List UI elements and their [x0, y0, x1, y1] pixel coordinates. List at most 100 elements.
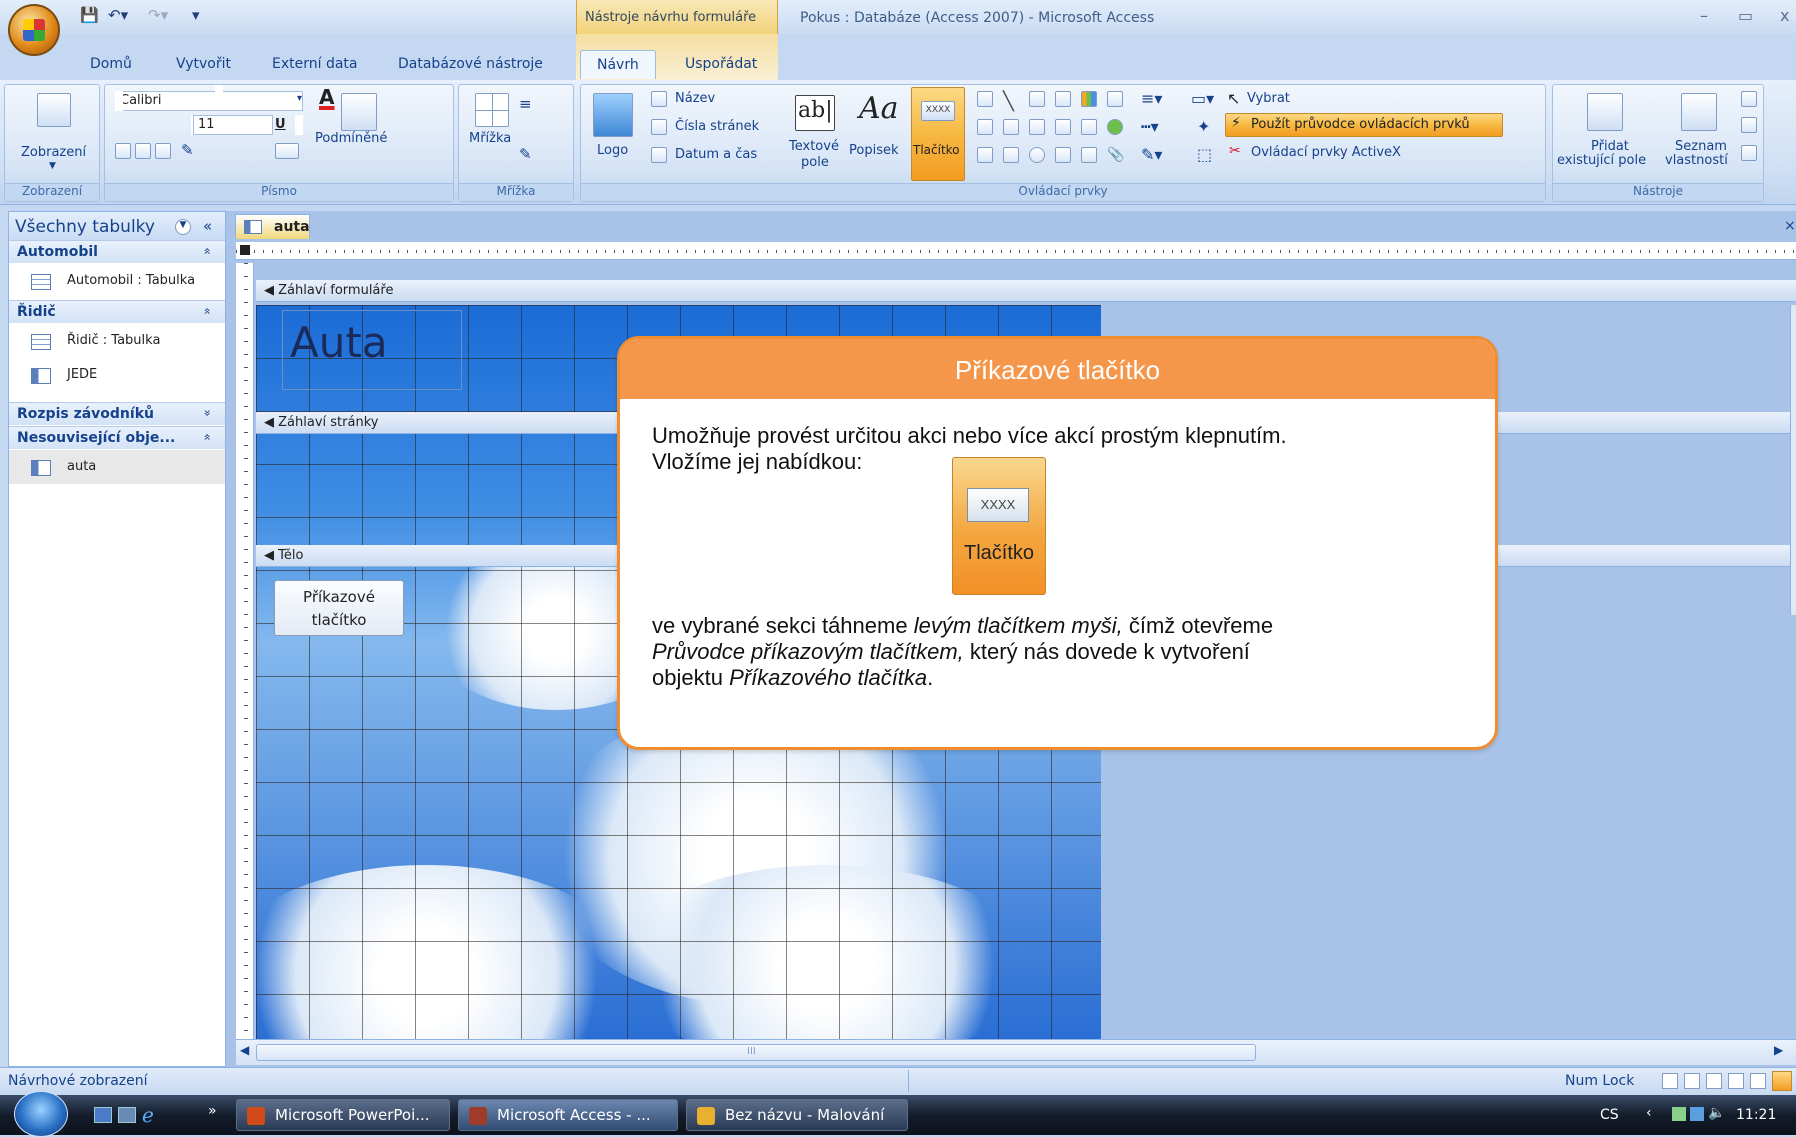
collapse-pane-icon[interactable]: «	[203, 217, 212, 235]
section-form-header[interactable]: ◀ Záhlaví formuláře	[256, 280, 1796, 302]
paperclip-icon[interactable]: 📎	[1107, 147, 1124, 163]
align-center-icon[interactable]	[135, 143, 151, 159]
attachment-icon[interactable]	[1081, 147, 1097, 163]
nav-group-nesouvisejici[interactable]: Nesouvisející obje... «	[9, 426, 225, 449]
pivot-table-icon[interactable]	[1706, 1073, 1722, 1089]
start-button[interactable]	[14, 1091, 68, 1137]
redo-icon[interactable]: ↷▾	[148, 6, 168, 24]
frame-icon[interactable]	[1055, 119, 1071, 135]
font-name-combo[interactable]: Calibri	[115, 91, 303, 111]
document-tab-auta[interactable]: auta	[235, 214, 310, 239]
bound-object-icon[interactable]	[1055, 147, 1071, 163]
option-group-icon[interactable]	[977, 147, 993, 163]
tray-expand-icon[interactable]: ‹	[1646, 1105, 1652, 1121]
save-icon[interactable]: 💾	[80, 6, 99, 24]
conditional-button[interactable]: Podmíněné	[315, 131, 387, 146]
view-button[interactable]: Zobrazení	[21, 145, 86, 160]
clock[interactable]: 11:21	[1736, 1107, 1776, 1123]
rectangle-icon[interactable]	[1003, 119, 1019, 135]
tab-database-tools[interactable]: Databázové nástroje	[398, 56, 543, 72]
internet-explorer-icon[interactable]: ℯ	[142, 1103, 154, 1127]
line-color-icon[interactable]	[275, 143, 299, 159]
quicklaunch-more-icon[interactable]: »	[208, 1103, 217, 1119]
switch-windows-icon[interactable]	[118, 1107, 136, 1123]
network-icon[interactable]	[1672, 1107, 1686, 1121]
activex-button[interactable]: Ovládací prvky ActiveX	[1251, 145, 1401, 160]
office-button[interactable]	[8, 4, 60, 56]
use-wizards-button[interactable]: Použít průvodce ovládacích prvků	[1251, 117, 1470, 132]
tab-arrange[interactable]: Uspořádat	[685, 56, 757, 72]
label-button[interactable]: Popisek	[849, 143, 899, 158]
line-thickness-icon[interactable]: ≡▾	[1141, 89, 1162, 108]
subform-icon[interactable]	[977, 119, 993, 135]
add-fields-button-line2[interactable]: existující pole	[1557, 153, 1646, 168]
view-dropdown-icon[interactable]: ▼	[49, 161, 56, 171]
nav-group-automobil[interactable]: Automobil «	[9, 240, 225, 263]
tab-home[interactable]: Domů	[90, 56, 132, 72]
nav-item-ridic-table[interactable]: Řidič : Tabulka	[9, 324, 225, 358]
insert-activex-icon[interactable]: ⬚	[1197, 145, 1212, 164]
nav-dropdown-icon[interactable]: ▼	[175, 219, 191, 235]
page-numbers-button[interactable]: Čísla stránek	[675, 119, 759, 134]
form-view-icon[interactable]	[1662, 1073, 1678, 1089]
align-right-icon[interactable]	[155, 143, 171, 159]
textbox-button-line2[interactable]: pole	[801, 155, 829, 170]
horizontal-scrollbar[interactable]: ◀ III ▶	[236, 1039, 1796, 1065]
button-control-label[interactable]: Tlačítko	[913, 143, 960, 157]
nav-group-ridic[interactable]: Řidič «	[9, 300, 225, 323]
option-button-icon[interactable]	[1029, 147, 1045, 163]
chart-icon[interactable]	[1081, 91, 1097, 107]
datasheet-view-icon[interactable]	[1684, 1073, 1700, 1089]
tab-control-icon[interactable]	[1029, 91, 1045, 107]
pivot-chart-icon[interactable]	[1728, 1073, 1744, 1089]
layout-view-icon[interactable]	[1750, 1073, 1766, 1089]
font-color-button[interactable]: A	[319, 85, 334, 109]
vertical-scrollbar[interactable]	[1790, 305, 1796, 615]
notification-icon[interactable]	[1690, 1107, 1704, 1121]
line-color-icon[interactable]: ✎▾	[1141, 145, 1162, 164]
underline-button[interactable]: U	[275, 117, 286, 132]
checkbox-icon[interactable]	[1029, 119, 1045, 135]
tab-order-icon[interactable]	[1741, 145, 1757, 161]
line-color-icon[interactable]: ✎	[519, 145, 532, 163]
code-icon[interactable]	[1741, 91, 1757, 107]
volume-icon[interactable]: 🔈	[1708, 1105, 1725, 1121]
close-button[interactable]: x	[1780, 6, 1789, 25]
textbox-button-line1[interactable]: Textové	[789, 139, 839, 154]
scroll-left-icon[interactable]: ◀	[240, 1043, 249, 1057]
image-icon[interactable]	[1081, 119, 1097, 135]
close-document-icon[interactable]: ×	[1784, 218, 1796, 234]
taskbar-item-powerpoint[interactable]: Microsoft PowerPoi...	[236, 1099, 450, 1131]
line-icon[interactable]: ╲	[1003, 91, 1019, 112]
design-view-icon[interactable]	[1772, 1071, 1792, 1091]
taskbar-item-paint[interactable]: Bez názvu - Malování	[686, 1099, 908, 1131]
command-button[interactable]: Příkazové tlačítko	[274, 580, 404, 636]
macro-icon[interactable]	[1741, 117, 1757, 133]
combo-box-icon[interactable]	[977, 91, 993, 107]
line-type-icon[interactable]: ┅▾	[1141, 117, 1159, 136]
nav-group-rozpis[interactable]: Rozpis závodníků »	[9, 402, 225, 425]
tab-create[interactable]: Vytvořit	[176, 56, 231, 72]
restore-button[interactable]: ▭	[1738, 6, 1753, 25]
minimize-button[interactable]: –	[1700, 6, 1708, 25]
font-name-dropdown-icon[interactable]: ▾	[297, 93, 302, 104]
list-box-icon[interactable]	[1107, 91, 1123, 107]
tab-external-data[interactable]: Externí data	[272, 56, 358, 72]
undo-icon[interactable]: ↶▾	[108, 6, 128, 24]
show-desktop-icon[interactable]	[94, 1107, 112, 1123]
line-thickness-icon[interactable]: ≡	[519, 95, 532, 113]
scroll-right-icon[interactable]: ▶	[1774, 1043, 1783, 1057]
format-painter-icon[interactable]: ✎	[181, 141, 194, 159]
nav-item-jede[interactable]: JEDE	[9, 358, 225, 392]
align-left-icon[interactable]	[115, 143, 131, 159]
logo-button[interactable]: Logo	[597, 143, 628, 158]
form-selector[interactable]	[240, 245, 250, 255]
rectangle-dropdown-icon[interactable]: ▭▾	[1191, 89, 1214, 108]
select-icon[interactable]: ↖	[1227, 89, 1240, 108]
property-sheet-button-line1[interactable]: Seznam	[1675, 139, 1727, 154]
add-fields-button-line1[interactable]: Přidat	[1591, 139, 1629, 154]
date-time-button[interactable]: Datum a čas	[675, 147, 757, 162]
tab-design[interactable]: Návrh	[580, 50, 656, 79]
page-break-icon[interactable]	[1055, 91, 1071, 107]
language-indicator[interactable]: CS	[1600, 1107, 1619, 1123]
